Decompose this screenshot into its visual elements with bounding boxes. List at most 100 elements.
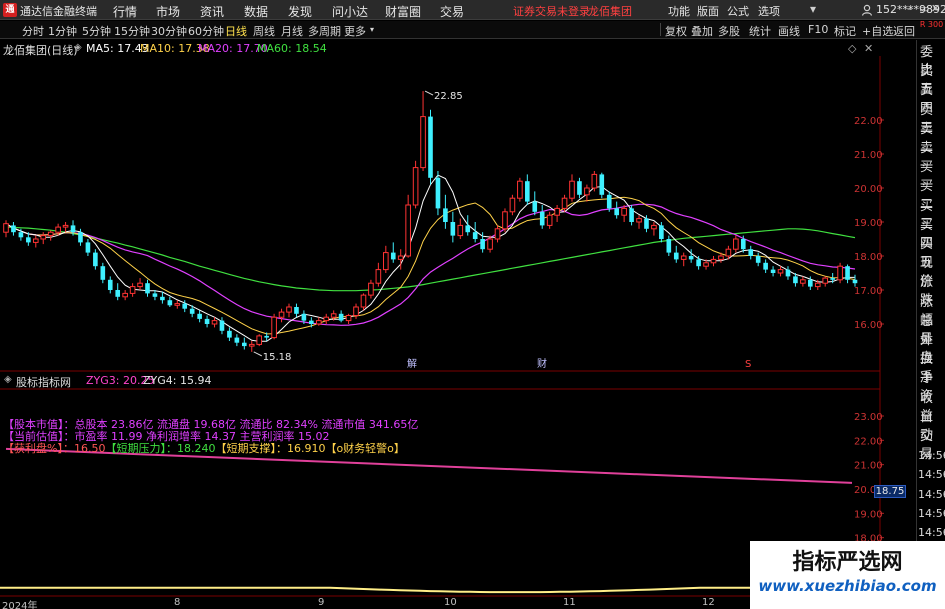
menu-functions[interactable]: 功能 [668, 3, 690, 19]
candle-body-up [397, 255, 404, 260]
time-label-sep: 9 [318, 597, 325, 608]
high-pointer [424, 90, 434, 96]
candle-body-up [323, 316, 330, 322]
draw-line-button[interactable]: 画线 [778, 23, 800, 39]
candle-body-up [330, 313, 337, 318]
trade-login-status[interactable]: 证券交易未登录 [513, 3, 590, 19]
watermark-url: www.xuezhibiao.com [758, 577, 937, 595]
time-axis: 2024年 8 9 10 11 12 [0, 597, 750, 609]
period-tab-weekly[interactable]: 周线 [253, 23, 275, 39]
candle-body-up [584, 187, 590, 196]
candle-body-down [145, 283, 150, 294]
candle-body-down [264, 335, 269, 338]
candle-body-up [554, 207, 560, 216]
minimize-icon[interactable]: – [907, 2, 913, 15]
candle-body-up [211, 320, 218, 325]
candle-body-up [368, 282, 374, 296]
period-tab-1min[interactable]: 1分钟 [48, 23, 77, 39]
candle-body-down [614, 208, 619, 216]
overlay-button[interactable]: 叠加 [691, 23, 713, 39]
menu-wealth-circle[interactable]: 财富圈 [385, 3, 421, 20]
candle-body-down [390, 252, 396, 260]
side-panel-item[interactable]: 14:56 [918, 447, 945, 465]
low-pointer [253, 351, 262, 357]
menu-discover[interactable]: 发现 [288, 3, 312, 20]
side-panel-item[interactable]: 14:56 [918, 505, 945, 523]
time-label-oct: 10 [444, 597, 457, 608]
menu-news[interactable]: 资讯 [200, 3, 224, 20]
add-watchlist-button[interactable]: +自选 [862, 23, 893, 39]
candle-body-down [770, 269, 776, 273]
period-tab-5min[interactable]: 5分钟 [82, 23, 111, 39]
menu-formula[interactable]: 公式 [727, 3, 749, 19]
pin-icon[interactable]: ◇ [848, 42, 856, 55]
period-tab-daily[interactable]: 日线 [225, 23, 247, 39]
period-tab-60min[interactable]: 60分钟 [188, 23, 224, 39]
candle-body-down [219, 320, 225, 331]
ma10-line [5, 196, 856, 335]
menu-wenxiaoda[interactable]: 问小达 [332, 3, 368, 20]
user-icon[interactable] [861, 4, 873, 16]
dropdown-icon[interactable]: ▾ [810, 2, 816, 16]
candle-body-down [338, 313, 344, 321]
overlay-finance-warning: 【o财务轻警o】 [325, 442, 405, 455]
overlay-short-support: 【短期支撑】：16.910 [215, 442, 326, 455]
mark-button[interactable]: 标记 [834, 23, 856, 39]
candle-body-up [777, 269, 784, 274]
overlay-profit-ratio: 【获利盘%】：16.50 [3, 442, 106, 455]
period-tab-15min[interactable]: 15分钟 [114, 23, 150, 39]
indicator-settings-icon[interactable]: ◈ [4, 374, 12, 385]
candle-body-down [763, 262, 768, 270]
app-logo-icon: 通 [3, 3, 17, 17]
candle-body-down [93, 252, 98, 267]
multi-stock-button[interactable]: 多股 [718, 23, 740, 39]
period-toolbar: 分时 1分钟 5分钟 15分钟 30分钟 60分钟 日线 周线 月线 多周期 更… [0, 21, 945, 39]
menu-quotes[interactable]: 行情 [113, 3, 137, 20]
candle-body-up [561, 197, 568, 209]
period-tab-30min[interactable]: 30分钟 [151, 23, 187, 39]
period-tab-intraday[interactable]: 分时 [22, 23, 44, 39]
candle-body-up [733, 238, 739, 250]
candle-body-up [800, 279, 806, 284]
candle-body-up [546, 214, 553, 226]
period-tab-more[interactable]: 更多 [344, 23, 366, 39]
candle-body-up [174, 303, 181, 306]
menu-data[interactable]: 数据 [244, 3, 268, 20]
menu-options[interactable]: 选项 [758, 3, 780, 19]
panel-close-icon[interactable]: ✕ [864, 42, 873, 55]
candle-body-up [651, 224, 657, 230]
period-tab-multi[interactable]: 多周期 [308, 23, 341, 39]
menu-layout[interactable]: 版面 [697, 3, 719, 19]
ma5-line [5, 174, 855, 342]
back-button[interactable]: 返回 [893, 23, 915, 39]
price-tick-label: 21.00 [854, 150, 883, 161]
candle-body-down [472, 232, 478, 239]
candle-body-up [502, 211, 508, 230]
candle-body-down [525, 181, 530, 202]
side-panel-item[interactable]: 14:56 [918, 524, 945, 542]
maximize-icon[interactable]: ▭ [919, 2, 929, 15]
settings-icon[interactable]: ◈ [74, 42, 82, 53]
candle-body-down [160, 296, 165, 301]
candlestick-chart[interactable]: 22.00 21.00 20.00 19.00 18.00 17.00 16.00 22.85… [0, 56, 916, 372]
quote-side-panel: 委比 卖五 卖四 卖三 卖二 卖一 买一 买二 买三 买四 买五 现价 涨跌 涨幅 总量 外盘 换手 净资 收益 自动… [916, 40, 945, 609]
period-tab-monthly[interactable]: 月线 [281, 23, 303, 39]
menu-market[interactable]: 市场 [156, 3, 180, 20]
time-label-nov: 11 [563, 597, 576, 608]
close-icon[interactable]: ✕ [931, 2, 940, 15]
side-panel-item[interactable]: 14:56 [918, 486, 945, 504]
time-label-aug: 8 [174, 597, 181, 608]
candle-body-up [636, 218, 642, 223]
side-panel-item[interactable]: 14:56 [918, 466, 945, 484]
more-chevron-icon[interactable]: ▾ [370, 25, 374, 34]
overlay-levels-line: 【获利盘%】：16.50【短期压力】：18.240【短期支撑】：16.910【o… [3, 440, 405, 456]
watermark-banner: 指标严选网 www.xuezhibiao.com [750, 541, 945, 609]
adjust-button[interactable]: 复权 [665, 23, 687, 39]
candle-body-up [710, 258, 717, 264]
candle-body-down [182, 303, 188, 309]
candle-body-down [532, 201, 538, 212]
f10-button[interactable]: F10 [808, 23, 828, 36]
statistics-button[interactable]: 统计 [749, 23, 771, 39]
candle-body-down [115, 290, 121, 297]
menu-trade[interactable]: 交易 [440, 3, 464, 20]
